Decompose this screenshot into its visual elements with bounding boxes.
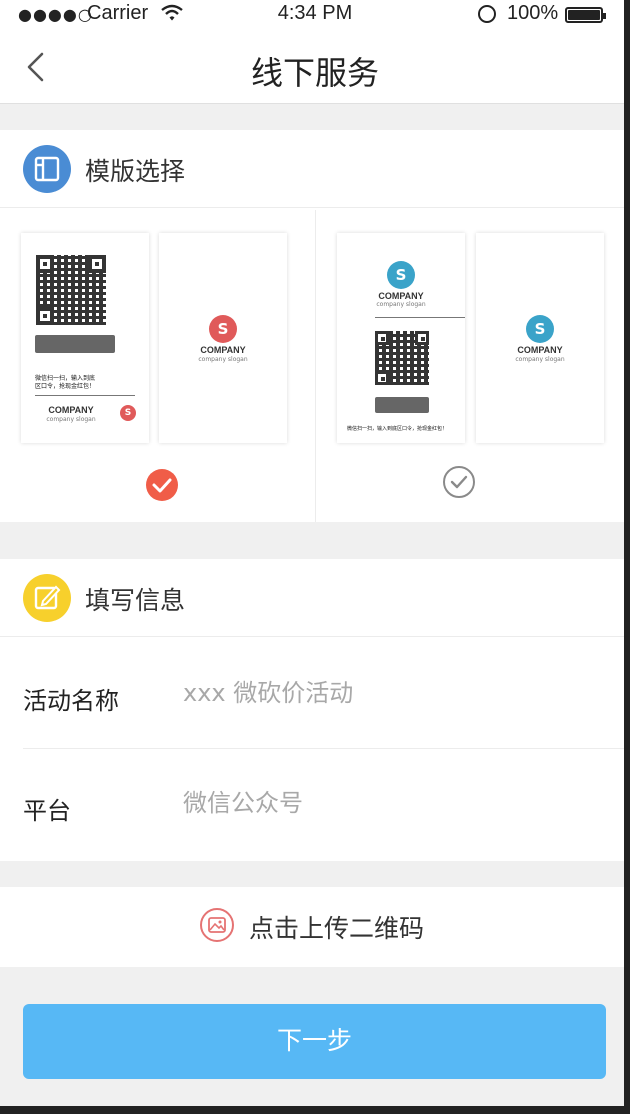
info-section-title: 填写信息 bbox=[85, 586, 186, 615]
card-divider bbox=[375, 317, 465, 318]
edit-icon bbox=[23, 574, 71, 622]
platform-label: 平台 bbox=[23, 797, 71, 825]
template-section-header: 模版选择 bbox=[0, 130, 630, 208]
company-slogan: company slogan bbox=[46, 416, 96, 423]
activity-name-input[interactable] bbox=[183, 677, 583, 709]
company-name: COMPANY bbox=[48, 405, 94, 415]
status-bar: ●●●●○ Carrier 4:34 PM 100% bbox=[0, 0, 630, 30]
template-icon bbox=[23, 145, 71, 193]
upload-qr-button[interactable]: 点击上传二维码 bbox=[0, 887, 630, 967]
rotation-lock-icon bbox=[478, 5, 496, 23]
nav-bar: 线下服务 bbox=[0, 30, 630, 104]
company-logo-icon: S bbox=[526, 315, 554, 343]
info-section-header: 填写信息 bbox=[0, 559, 630, 637]
upload-qr-label: 点击上传二维码 bbox=[249, 914, 425, 943]
card-instruction-text: 微信扫一扫，输入到底区口令，抢现金红包！ bbox=[347, 426, 448, 432]
template-2-front-card: S COMPANY company slogan 微信扫一扫，输入到底区口令，抢… bbox=[337, 233, 465, 443]
info-section: 填写信息 活动名称 平台 bbox=[0, 559, 630, 861]
company-name: COMPANY bbox=[517, 345, 563, 355]
company-logo-icon: S bbox=[209, 315, 237, 343]
card-instruction-text: 微信扫一扫，输入到底区口令，抢现金红包！ bbox=[35, 375, 96, 390]
unselected-check-icon[interactable] bbox=[443, 466, 475, 498]
company-slogan: company slogan bbox=[376, 301, 426, 308]
template-option-1[interactable]: 微信扫一扫，输入到底区口令，抢现金红包！ COMPANY company slo… bbox=[0, 210, 315, 522]
company-name: COMPANY bbox=[378, 291, 424, 301]
template-section: 模版选择 微信扫一扫，输入到底区口令，抢现金红包！ COMPANY compan… bbox=[0, 130, 630, 522]
page-title: 线下服务 bbox=[250, 54, 379, 92]
screen-edge-bottom bbox=[0, 1106, 630, 1114]
template-option-2[interactable]: S COMPANY company slogan 微信扫一扫，输入到底区口令，抢… bbox=[316, 210, 630, 522]
battery-icon bbox=[565, 7, 606, 23]
company-slogan: company slogan bbox=[515, 356, 565, 363]
qr-code bbox=[375, 331, 429, 385]
activity-name-row: 活动名称 bbox=[23, 639, 630, 749]
code-placeholder-bar bbox=[35, 335, 115, 353]
template-2-back-card: S COMPANY company slogan bbox=[476, 233, 604, 443]
screen-edge-right bbox=[624, 0, 630, 1114]
image-upload-icon bbox=[200, 908, 234, 942]
platform-input[interactable] bbox=[183, 787, 583, 819]
card-divider bbox=[35, 395, 135, 396]
battery-percent: 100% bbox=[507, 2, 559, 24]
template-section-title: 模版选择 bbox=[85, 157, 186, 186]
code-placeholder-bar bbox=[375, 397, 429, 413]
template-1-front-card: 微信扫一扫，输入到底区口令，抢现金红包！ COMPANY company slo… bbox=[21, 233, 149, 443]
company-name: COMPANY bbox=[200, 345, 246, 355]
activity-name-label: 活动名称 bbox=[23, 687, 119, 715]
company-slogan: company slogan bbox=[198, 356, 248, 363]
selected-check-icon[interactable] bbox=[146, 469, 178, 501]
company-logo-icon: S bbox=[120, 405, 136, 421]
next-step-button[interactable]: 下一步 bbox=[23, 1004, 606, 1079]
company-logo-icon: S bbox=[387, 261, 415, 289]
platform-row: 平台 bbox=[23, 749, 630, 859]
qr-code bbox=[36, 255, 106, 325]
template-1-back-card: S COMPANY company slogan bbox=[159, 233, 287, 443]
